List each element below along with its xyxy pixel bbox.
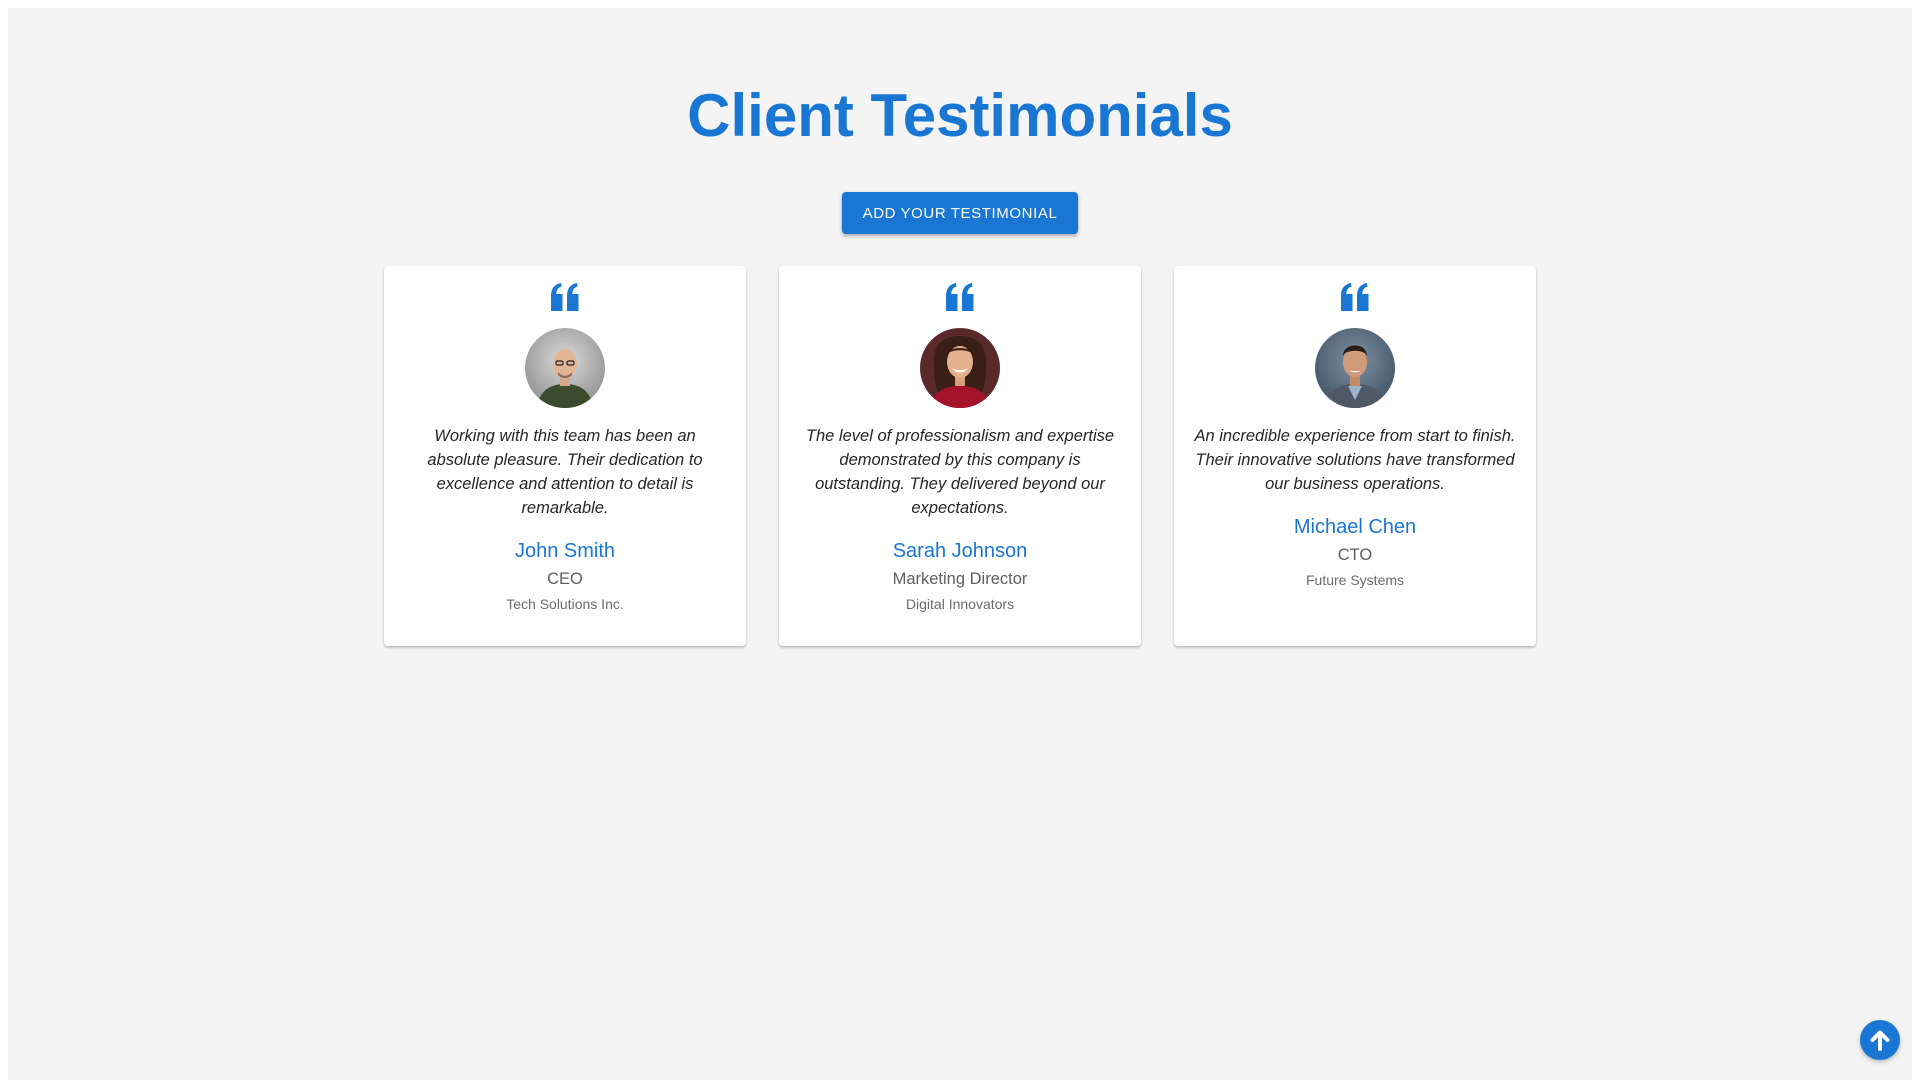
scroll-to-top-button[interactable] [1860, 1020, 1900, 1060]
arrow-up-icon [1870, 1030, 1890, 1051]
testimonial-author-name: Michael Chen [1293, 516, 1417, 538]
testimonial-author-name: John Smith [514, 540, 616, 562]
quote-icon [551, 283, 579, 311]
testimonial-author-company: Digital Innovators [905, 596, 1015, 612]
avatar [525, 328, 605, 408]
testimonial-list: Working with this team has been an absol… [384, 266, 1536, 646]
testimonial-quote: Working with this team has been an absol… [427, 427, 703, 517]
page-title: Client Testimonials [687, 82, 1233, 149]
testimonial-author-role: CTO [1337, 546, 1373, 564]
quote-icon [1341, 283, 1369, 311]
testimonial-card: An incredible experience from start to f… [1174, 266, 1536, 646]
quote-icon [946, 283, 974, 311]
avatar [920, 328, 1000, 408]
testimonial-quote: An incredible experience from start to f… [1194, 427, 1516, 493]
testimonial-card: The level of professionalism and experti… [779, 266, 1141, 646]
page: Client Testimonials ADD YOUR TESTIMONIAL [8, 8, 1912, 1080]
avatar [1315, 328, 1395, 408]
testimonial-quote: The level of professionalism and experti… [805, 427, 1115, 517]
testimonial-author-company: Tech Solutions Inc. [506, 596, 624, 612]
add-testimonial-button[interactable]: ADD YOUR TESTIMONIAL [842, 192, 1078, 234]
testimonial-author-name: Sarah Johnson [892, 540, 1028, 562]
testimonial-author-role: CEO [547, 570, 583, 588]
testimonial-author-role: Marketing Director [892, 570, 1028, 588]
testimonial-author-company: Future Systems [1305, 572, 1405, 588]
testimonial-card: Working with this team has been an absol… [384, 266, 746, 646]
